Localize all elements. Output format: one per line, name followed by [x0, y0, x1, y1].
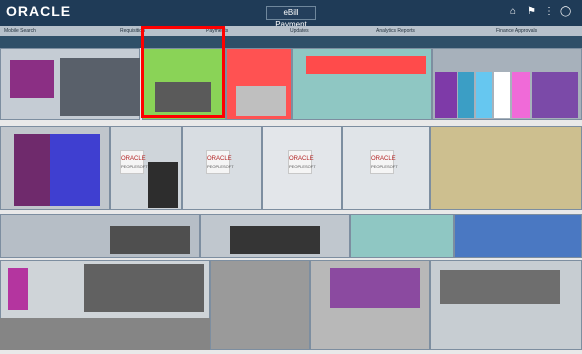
- oracle-badge-1: ORACLE PEOPLESOFT: [120, 150, 148, 174]
- tile-row3-2-panel: [230, 226, 320, 254]
- badge-sub-3: PEOPLESOFT: [289, 164, 316, 169]
- badge-logo-4: ORACLE: [371, 156, 396, 162]
- tile-row4-2[interactable]: [210, 260, 310, 350]
- oracle-badge-4: ORACLE PEOPLESOFT: [370, 150, 398, 174]
- tile-row1-5-bar-c: [476, 72, 492, 118]
- tile-row3-4[interactable]: [454, 214, 582, 258]
- tile-row2-2-panel: [148, 162, 178, 208]
- tile-row1-5-bar-d: [494, 72, 510, 118]
- badge-logo-2: ORACLE: [207, 156, 232, 162]
- oracle-logo[interactable]: ORACLE: [6, 3, 71, 19]
- tile-row1-1-panel: [60, 58, 140, 116]
- tile-row3-3[interactable]: [350, 214, 454, 258]
- tile-row1-4-banner: [306, 56, 426, 74]
- tile-row4-1-panel: [84, 264, 204, 312]
- tile-row1-5-bar-b: [458, 72, 474, 118]
- user-icon[interactable]: ◯: [560, 6, 571, 18]
- tab-finance-approvals[interactable]: Finance Approvals: [496, 27, 580, 36]
- tile-row1-5-bar-f: [532, 72, 578, 118]
- tile-row2-1-graphic-b: [50, 134, 100, 206]
- tile-row1-3-panel: [236, 86, 286, 116]
- oracle-badge-3: ORACLE PEOPLESOFT: [288, 150, 316, 174]
- tile-row1-5-bar-a: [435, 72, 457, 118]
- tile-row2-1-graphic-a: [14, 134, 50, 206]
- badge-sub-2: PEOPLESOFT: [207, 164, 234, 169]
- tile-row3-1-panel: [110, 226, 190, 254]
- badge-logo-3: ORACLE: [289, 156, 314, 162]
- secondary-nav-shade: [0, 36, 582, 48]
- tile-row2-6[interactable]: [430, 126, 582, 210]
- tab-updates[interactable]: Updates: [290, 27, 370, 36]
- flag-icon[interactable]: ⚑: [527, 6, 536, 18]
- badge-sub-1: PEOPLESOFT: [121, 164, 148, 169]
- page-title-button[interactable]: eBill Payment: [266, 6, 316, 29]
- tile-row4-4-panel: [440, 270, 560, 304]
- tile-row4-1-footer: [0, 318, 210, 350]
- badge-logo-1: ORACLE: [121, 156, 146, 162]
- more-icon[interactable]: ⋮: [544, 6, 554, 18]
- tile-row1-1-graphic: [10, 60, 54, 98]
- tile-row4-3-panel: [330, 268, 420, 308]
- tab-mobile-search[interactable]: Mobile Search: [4, 27, 70, 36]
- oracle-badge-2: ORACLE PEOPLESOFT: [206, 150, 234, 174]
- tile-row1-5-bar-e: [512, 72, 530, 118]
- home-icon[interactable]: ⌂: [510, 6, 516, 18]
- tab-analytics-reports[interactable]: Analytics Reports: [376, 27, 462, 36]
- badge-sub-4: PEOPLESOFT: [371, 164, 398, 169]
- tile-row4-1-graphic: [8, 268, 28, 310]
- selection-highlight: [141, 26, 225, 118]
